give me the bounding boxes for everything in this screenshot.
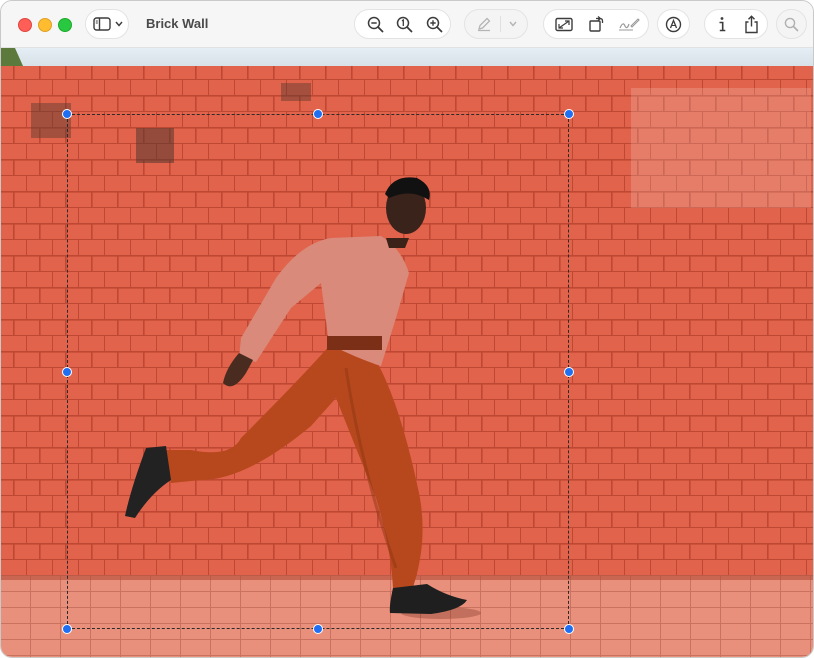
zoom-in-icon xyxy=(426,16,442,32)
edit-controls xyxy=(543,9,649,39)
actual-size-icon xyxy=(396,16,412,32)
actual-size-button[interactable] xyxy=(390,10,418,38)
selection-handle-top-right[interactable] xyxy=(564,109,574,119)
selection-handle-bottom[interactable] xyxy=(313,624,323,634)
zoom-in-button[interactable] xyxy=(420,10,448,38)
zoom-out-icon xyxy=(367,16,383,32)
selection-handle-top-left[interactable] xyxy=(62,109,72,119)
window-title: Brick Wall xyxy=(146,16,209,31)
image-canvas[interactable] xyxy=(1,48,813,657)
markup-icon xyxy=(659,10,688,38)
info-button[interactable] xyxy=(709,10,735,38)
search-button[interactable] xyxy=(776,9,807,39)
fullscreen-window-button[interactable] xyxy=(58,18,72,32)
zoom-controls xyxy=(354,9,451,39)
close-window-button[interactable] xyxy=(18,18,32,32)
chevron-down-icon xyxy=(509,21,517,27)
selection-rectangle[interactable] xyxy=(67,114,569,629)
selection-handle-bottom-right[interactable] xyxy=(564,624,574,634)
signature-button[interactable] xyxy=(614,10,644,38)
minimize-window-button[interactable] xyxy=(38,18,52,32)
highlight-button[interactable] xyxy=(464,9,528,39)
search-icon xyxy=(778,10,805,38)
pill-divider xyxy=(500,16,501,32)
share-icon xyxy=(744,14,758,33)
toolbar: Brick Wall xyxy=(1,1,813,48)
info-share-controls xyxy=(704,9,768,39)
pen-icon xyxy=(473,10,495,38)
selection-handle-left[interactable] xyxy=(62,367,72,377)
rotate-button[interactable] xyxy=(582,10,610,38)
crop-icon xyxy=(555,17,573,31)
rotate-icon xyxy=(588,16,603,32)
sidebar-toggle-icon xyxy=(92,10,112,38)
signature-icon xyxy=(619,18,640,31)
zoom-out-button[interactable] xyxy=(361,10,389,38)
sidebar-toggle-button[interactable] xyxy=(85,9,129,39)
markup-toggle-button[interactable] xyxy=(657,9,690,39)
chevron-down-icon xyxy=(113,10,125,38)
markup-menu-chevron[interactable] xyxy=(505,10,521,38)
selection-handle-right[interactable] xyxy=(564,367,574,377)
info-icon xyxy=(719,16,726,31)
preview-window: Brick Wall xyxy=(0,0,814,658)
adjust-size-button[interactable] xyxy=(550,10,578,38)
selection-handle-top[interactable] xyxy=(313,109,323,119)
share-button[interactable] xyxy=(737,10,765,38)
selection-handle-bottom-left[interactable] xyxy=(62,624,72,634)
